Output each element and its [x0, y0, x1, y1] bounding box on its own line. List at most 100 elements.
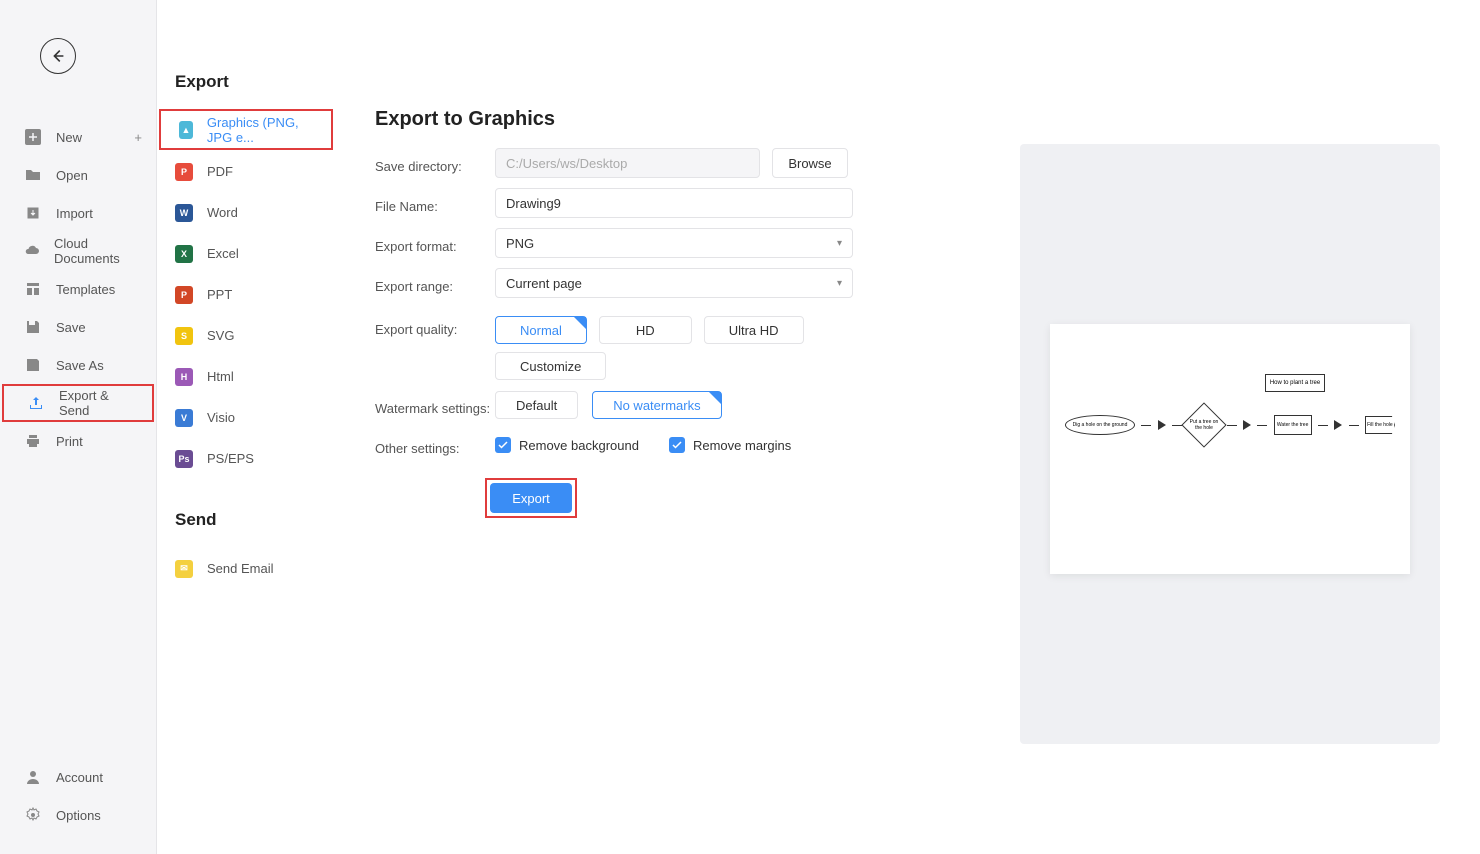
check-icon [495, 437, 511, 453]
label-range: Export range: [375, 273, 495, 294]
folder-icon [24, 166, 42, 184]
back-button[interactable] [40, 38, 76, 74]
nav-options[interactable]: Options [0, 796, 156, 834]
export-item-label: Graphics (PNG, JPG e... [207, 115, 317, 145]
watermark-none[interactable]: No watermarks [592, 391, 721, 419]
nav-label: Open [56, 168, 88, 183]
nav-label: Cloud Documents [54, 236, 142, 266]
export-item-label: PPT [207, 287, 232, 302]
preview-title-box: How to plant a tree [1265, 374, 1325, 392]
nav-open[interactable]: Open [0, 156, 156, 194]
ps-file-icon: Ps [175, 450, 193, 468]
nav-label: Save [56, 320, 86, 335]
nav-new[interactable]: New+ [0, 118, 156, 156]
ppt-file-icon: P [175, 286, 193, 304]
label-watermark: Watermark settings: [375, 395, 495, 416]
quality-ultrahd[interactable]: Ultra HD [704, 316, 804, 344]
export-item-label: SVG [207, 328, 234, 343]
export-svg[interactable]: S SVG [157, 315, 335, 356]
export-pdf[interactable]: P PDF [157, 151, 335, 192]
customize-button[interactable]: Customize [495, 352, 606, 380]
nav-save-as[interactable]: Save As [0, 346, 156, 384]
preview-step3: Water the tree [1274, 415, 1312, 435]
row-range: Export range: Current page [375, 268, 895, 298]
mail-icon: ✉ [175, 560, 193, 578]
check-icon [669, 437, 685, 453]
preview-step1: Dig a hole on the ground [1065, 415, 1135, 435]
row-format: Export format: PNG [375, 228, 895, 258]
nav-export-send[interactable]: Export & Send [2, 384, 154, 422]
quality-hd[interactable]: HD [599, 316, 692, 344]
svg-file-icon: S [175, 327, 193, 345]
checkbox-remove-margins[interactable]: Remove margins [669, 437, 791, 453]
export-action: Export [485, 478, 577, 518]
watermark-group: Default No watermarks [495, 391, 722, 419]
nav-cloud[interactable]: Cloud Documents [0, 232, 156, 270]
sidebar-export: Export ▲Graphics (PNG, JPG e... PPDF WWo… [157, 0, 335, 854]
nav-label: Import [56, 206, 93, 221]
nav-templates[interactable]: Templates [0, 270, 156, 308]
nav-account[interactable]: Account [0, 758, 156, 796]
nav-label: Templates [56, 282, 115, 297]
html-file-icon: H [175, 368, 193, 386]
export-ps[interactable]: Ps PS/EPS [157, 438, 335, 479]
export-list: ▲ Graphics (PNG, JPG e... P PDF WWord X Exc… [157, 108, 335, 479]
image-file-icon: ▲ [179, 121, 193, 139]
save-as-icon [24, 356, 42, 374]
add-icon[interactable]: + [134, 130, 142, 145]
preview-panel: How to plant a tree Dig a hole on the gr… [1020, 144, 1440, 744]
triangle-icon [1243, 420, 1251, 430]
main-panel: Export to Graphics Save directory: Brows… [335, 0, 1480, 854]
nav-label: Options [56, 808, 101, 823]
export-item-label: Excel [207, 246, 239, 261]
nav-list: New+ Open Import Cloud Documents Templat… [0, 118, 156, 460]
nav-import[interactable]: Import [0, 194, 156, 232]
export-graphics[interactable]: ▲ Graphics (PNG, JPG e... [159, 109, 333, 150]
export-item-label: Html [207, 369, 234, 384]
pdf-file-icon: P [175, 163, 193, 181]
nav-print[interactable]: Print [0, 422, 156, 460]
label-other: Other settings: [375, 435, 495, 456]
export-html[interactable]: H Html [157, 356, 335, 397]
export-word[interactable]: WWord [157, 192, 335, 233]
export-visio[interactable]: V Visio [157, 397, 335, 438]
send-item-label: Send Email [207, 561, 273, 576]
quality-group: Normal HD Ultra HD [495, 316, 895, 344]
user-icon [24, 768, 42, 786]
send-email[interactable]: ✉ Send Email [157, 548, 335, 589]
cloud-icon [24, 242, 40, 260]
checkbox-remove-bg[interactable]: Remove background [495, 437, 639, 453]
export-item-label: PS/EPS [207, 451, 254, 466]
preview-canvas: How to plant a tree Dig a hole on the gr… [1050, 324, 1410, 574]
printer-icon [24, 432, 42, 450]
excel-file-icon: X [175, 245, 193, 263]
nav-label: Print [56, 434, 83, 449]
row-save-dir: Save directory: Browse [375, 148, 895, 178]
nav-label: Export & Send [59, 388, 138, 418]
export-item-label: Visio [207, 410, 235, 425]
preview-flow: Dig a hole on the ground Put a tree on t… [1065, 409, 1395, 441]
export-button[interactable]: Export [490, 483, 572, 513]
export-icon [28, 394, 45, 412]
nav-bottom: Account Options [0, 758, 156, 834]
visio-file-icon: V [175, 409, 193, 427]
nav-save[interactable]: Save [0, 308, 156, 346]
browse-button[interactable]: Browse [772, 148, 848, 178]
format-select[interactable]: PNG [495, 228, 853, 258]
label-format: Export format: [375, 233, 495, 254]
quality-normal[interactable]: Normal [495, 316, 587, 344]
watermark-default[interactable]: Default [495, 391, 578, 419]
export-ppt[interactable]: P PPT [157, 274, 335, 315]
row-quality: Export quality: Normal HD Ultra HD Custo… [375, 316, 895, 380]
preview-step4: Fill the hole [1365, 416, 1395, 434]
checkbox-group: Remove background Remove margins [495, 437, 791, 453]
label-file-name: File Name: [375, 193, 495, 214]
export-item-label: PDF [207, 164, 233, 179]
import-icon [24, 204, 42, 222]
file-name-input[interactable] [495, 188, 853, 218]
export-excel[interactable]: X Excel [157, 233, 335, 274]
save-dir-input[interactable] [495, 148, 760, 178]
save-icon [24, 318, 42, 336]
sidebar-primary: New+ Open Import Cloud Documents Templat… [0, 0, 157, 854]
range-select[interactable]: Current page [495, 268, 853, 298]
